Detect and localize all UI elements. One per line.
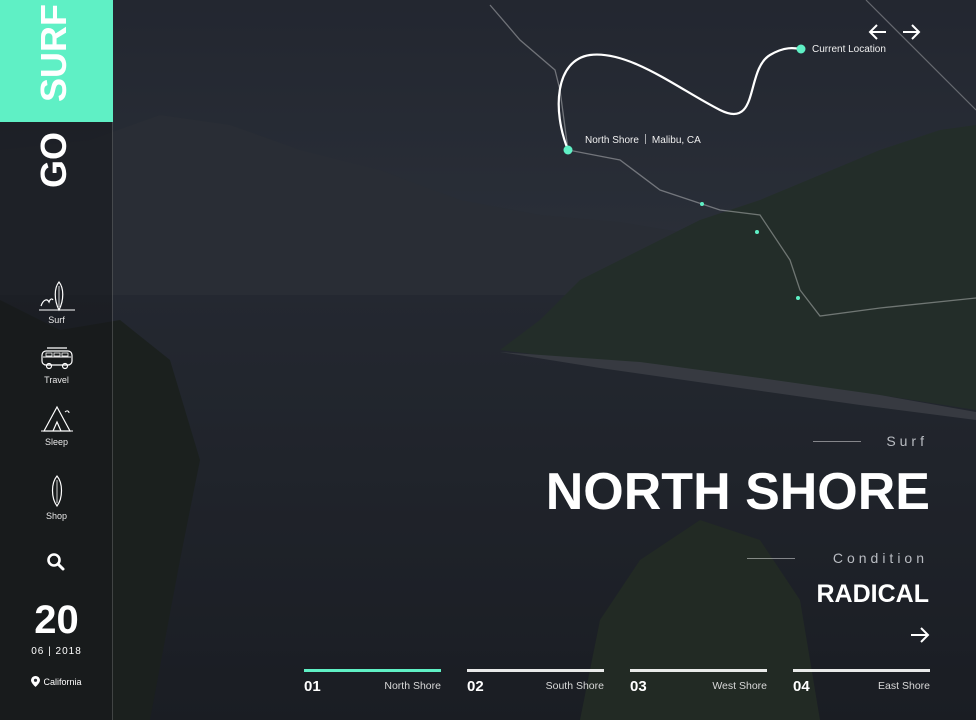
tab-number: 03	[630, 678, 647, 695]
tab-label: North Shore	[384, 680, 441, 692]
location-label: California	[43, 677, 82, 687]
tab-east-shore[interactable]: 04 East Shore	[793, 669, 930, 709]
nav-label-shop: Shop	[45, 511, 68, 521]
date-month-year: 06 | 2018	[31, 646, 82, 657]
next-arrow-icon[interactable]	[901, 22, 921, 42]
brand-word-surf: SURF	[33, 4, 74, 102]
nav-item-surf[interactable]: Surf	[0, 280, 113, 325]
tab-indicator	[304, 669, 441, 672]
tab-south-shore[interactable]: 02 South Shore	[467, 669, 604, 709]
tab-label: West Shore	[712, 680, 767, 692]
prev-arrow-icon[interactable]	[868, 22, 888, 42]
tab-label: South Shore	[545, 680, 604, 692]
nav-label-travel: Travel	[44, 375, 69, 385]
surfboard-icon	[51, 475, 62, 508]
tab-number: 02	[467, 678, 484, 695]
tab-number: 04	[793, 678, 810, 695]
nav-item-shop[interactable]: Shop	[0, 474, 113, 521]
hero-title: NORTH SHORE	[545, 463, 930, 521]
condition-divider-line	[747, 558, 795, 559]
tab-number: 01	[304, 678, 321, 695]
tab-west-shore[interactable]: 03 West Shore	[630, 669, 767, 709]
brand-word-go: GO	[33, 131, 74, 188]
nav-label-sleep: Sleep	[44, 437, 69, 447]
tab-north-shore[interactable]: 01 North Shore	[304, 669, 441, 709]
sidebar: GO SURF Surf Travel Sleep Shop 20 06 | 20…	[0, 0, 113, 720]
nav-item-travel[interactable]: Travel	[0, 346, 113, 385]
tab-indicator	[467, 669, 604, 672]
background-lake-photo	[0, 0, 976, 720]
map-pin-icon	[31, 676, 41, 687]
brand-logo[interactable]: GO SURF	[33, 4, 74, 188]
category-divider-line	[813, 441, 861, 442]
surf-icon	[38, 281, 75, 312]
map-spot-label[interactable]: North Shore Malibu, CA	[585, 134, 701, 146]
tab-indicator	[793, 669, 930, 672]
map-spot-name: North Shore	[585, 135, 639, 146]
map-label-divider	[644, 134, 646, 144]
tab-indicator	[630, 669, 767, 672]
date-day: 20	[34, 598, 79, 642]
hero-category: Surf	[886, 433, 928, 449]
tab-label: East Shore	[878, 680, 930, 692]
tent-icon	[40, 405, 73, 432]
map-current-location-label: Current Location	[812, 44, 886, 55]
van-icon	[40, 347, 73, 370]
map-spot-city: Malibu, CA	[651, 135, 701, 146]
location-indicator: California	[0, 676, 113, 687]
nav-label-surf: Surf	[48, 315, 65, 325]
condition-label: Condition	[832, 550, 928, 566]
search-icon[interactable]	[46, 552, 66, 572]
nav-item-sleep[interactable]: Sleep	[0, 404, 113, 447]
condition-value: RADICAL	[816, 580, 930, 608]
details-arrow-icon[interactable]	[910, 626, 930, 644]
